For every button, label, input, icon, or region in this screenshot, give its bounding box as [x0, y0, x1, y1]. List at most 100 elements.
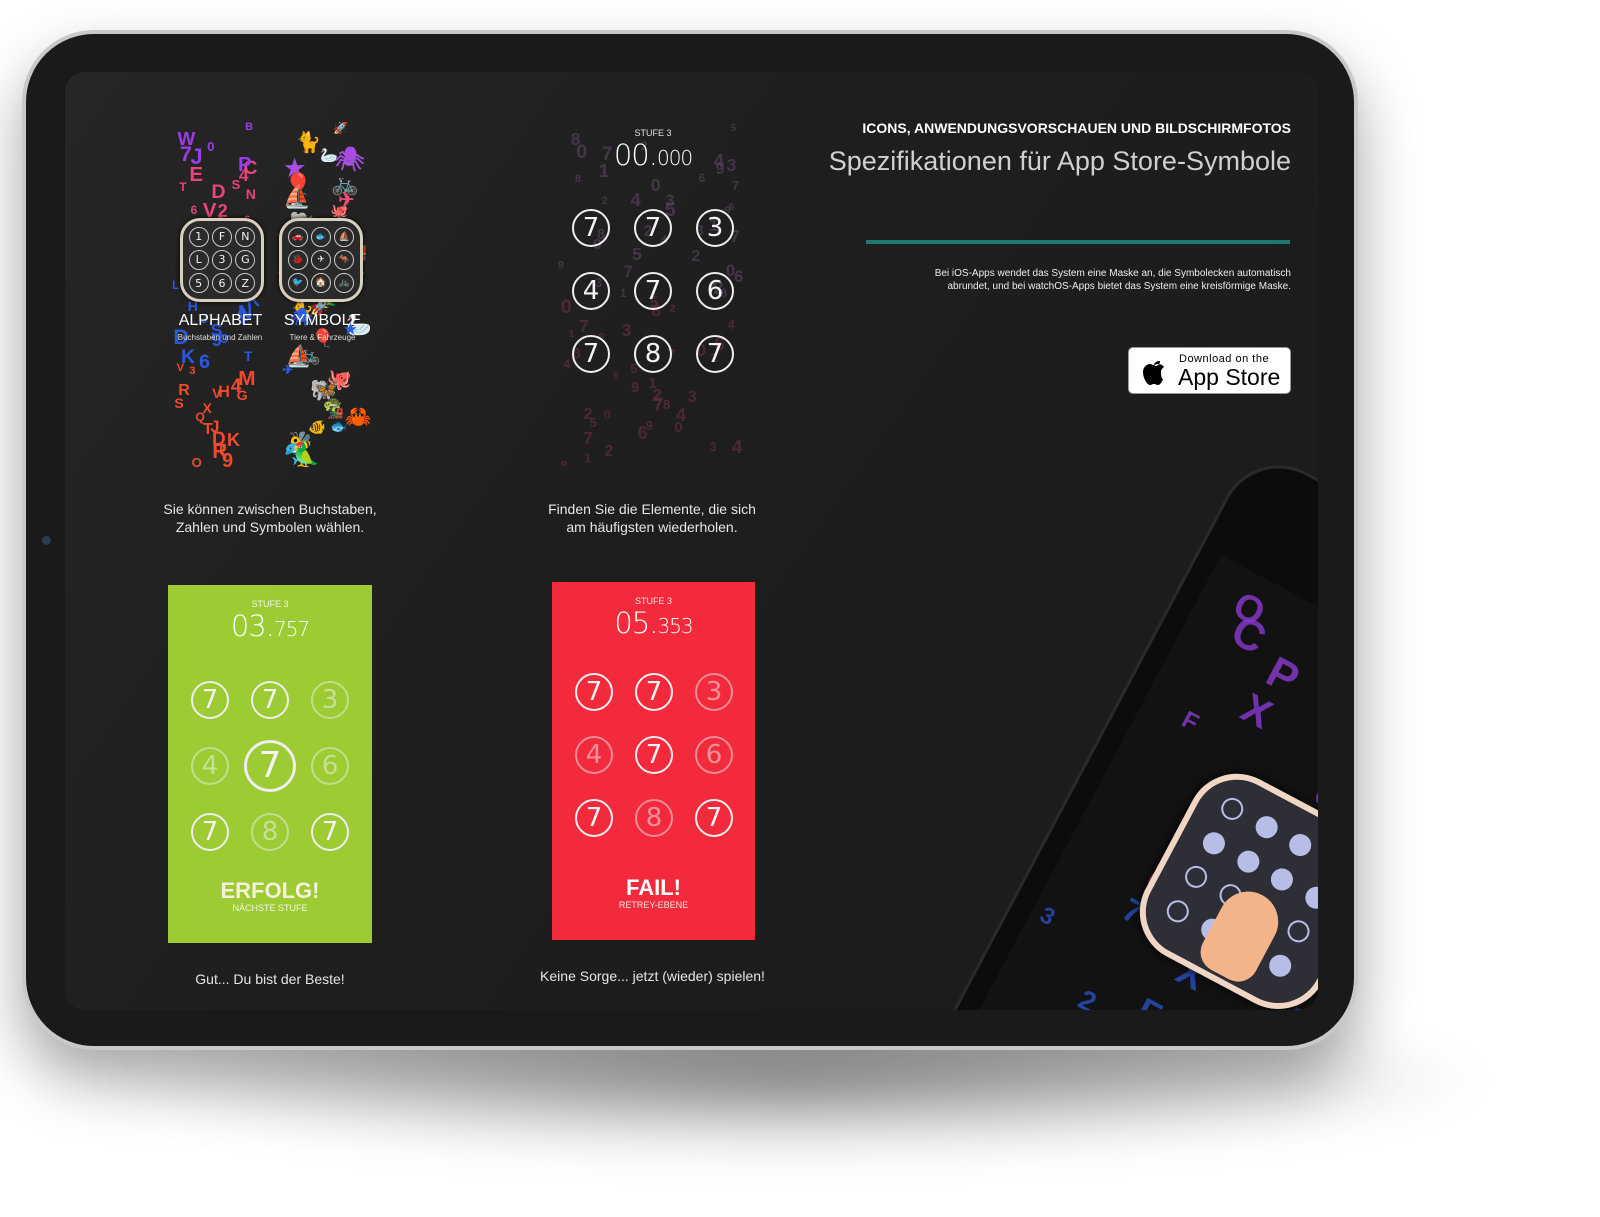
decor-glyph: 3 [710, 442, 717, 455]
decor-glyph: 7 [652, 395, 664, 417]
key-F[interactable]: F [211, 226, 232, 247]
decor-glyph: B [245, 122, 254, 133]
key-7[interactable]: 7 [191, 812, 229, 851]
dot [1283, 916, 1313, 946]
symbole-title[interactable]: SYMBOLE [275, 312, 370, 330]
decor-glyph: 3 [189, 364, 196, 377]
key-🚲[interactable]: 🚲 [334, 273, 355, 294]
decor-glyph: V [176, 361, 185, 374]
key-7[interactable]: 7 [191, 681, 229, 720]
key-7[interactable]: 7 [695, 799, 733, 838]
key-8[interactable]: 8 [635, 799, 673, 838]
key-3[interactable]: 3 [696, 208, 734, 247]
number-grid: 773476787 [560, 196, 746, 386]
description: Bei iOS-Apps wendet das System eine Mask… [934, 268, 1291, 292]
key-5[interactable]: 5 [188, 273, 209, 294]
key-🐞[interactable]: 🐞 [287, 249, 308, 270]
dot [1267, 864, 1298, 894]
key-4[interactable]: 4 [191, 746, 229, 785]
key-7[interactable]: 7 [634, 208, 672, 247]
decor-glyph: O [191, 454, 202, 467]
fail-card: STUFE 3 05.353 773476787 FAIL! RETREY-EB… [552, 582, 755, 940]
decor-glyph: S [174, 395, 184, 412]
key-⛵[interactable]: ⛵ [334, 226, 355, 247]
level-timer: STUFE 3 00.000 [613, 128, 693, 172]
key-🐟[interactable]: 🐟 [310, 226, 331, 247]
dot [1251, 812, 1282, 842]
alphabet-title[interactable]: ALPHABET [173, 312, 268, 330]
next-level-link[interactable]: NÄCHSTE STUFE [168, 903, 372, 913]
key-🐦[interactable]: 🐦 [287, 273, 308, 294]
key-Z[interactable]: Z [235, 273, 256, 294]
dot [1285, 830, 1316, 860]
decor-glyph: 8 [574, 173, 581, 186]
key-7[interactable]: 7 [575, 799, 613, 838]
key-6[interactable]: 6 [695, 735, 733, 774]
decor-glyph: 1 [584, 451, 592, 466]
key-4[interactable]: 4 [572, 271, 610, 310]
key-N[interactable]: N [235, 226, 256, 247]
key-3[interactable]: 3 [311, 681, 349, 720]
decor-glyph: G [236, 388, 248, 405]
decor-glyph: 🐈 [295, 130, 322, 154]
retry-link[interactable]: RETREY-EBENE [552, 900, 755, 910]
symbol-watch-icon: 🚗 🐟 ⛵ 🐞 ✈ 🦘 🐦 🏠 🚲 [279, 218, 363, 302]
decor-glyph: 9 [221, 450, 234, 467]
key-G[interactable]: G [235, 249, 256, 270]
key-4[interactable]: 4 [575, 735, 613, 774]
key-7[interactable]: 7 [244, 739, 296, 792]
app-store-badge[interactable]: Download on the App Store [1128, 347, 1291, 394]
section-kicker: ICONS, ANWENDUNGSVORSCHAUEN UND BILDSCHI… [862, 120, 1291, 136]
decor-glyph: F [1177, 705, 1204, 737]
key-1[interactable]: 1 [188, 226, 209, 247]
result-title: FAIL! [626, 875, 681, 900]
decor-glyph: T [243, 349, 253, 365]
page-title: Spezifikationen für App Store-Symbole [828, 146, 1291, 176]
decor-glyph: 8 [560, 457, 568, 466]
decor-glyph: 6 [637, 422, 648, 443]
caption-1: Sie können zwischen Buchstaben, Zahlen un… [163, 501, 377, 535]
key-7[interactable]: 7 [575, 672, 613, 711]
key-7[interactable]: 7 [311, 812, 349, 851]
decor-glyph: L [172, 278, 180, 292]
decor-glyph: 6 [698, 171, 706, 186]
dot [1233, 846, 1264, 876]
key-✈[interactable]: ✈ [310, 249, 331, 270]
key-7[interactable]: 7 [572, 208, 610, 247]
decor-glyph: V [212, 385, 222, 401]
screen: BW70JCPE4SDTN26VL6PFX40S5E4QLGK8HANUPS9D… [65, 72, 1318, 1010]
key-7[interactable]: 7 [635, 735, 673, 774]
symbole-subtitle: Tiere & Fahrzeuge [289, 333, 356, 342]
key-7[interactable]: 7 [634, 271, 672, 310]
key-🦘[interactable]: 🦘 [334, 249, 355, 270]
key-7[interactable]: 7 [572, 335, 610, 374]
key-6[interactable]: 6 [311, 746, 349, 785]
key-8[interactable]: 8 [634, 335, 672, 374]
key-L[interactable]: L [188, 249, 209, 270]
key-3[interactable]: 3 [211, 249, 232, 270]
dot [1163, 895, 1193, 926]
decor-glyph: T [179, 180, 187, 195]
key-7[interactable]: 7 [251, 681, 289, 720]
caption-3: Gut... Du bist der Beste! [195, 971, 345, 987]
key-8[interactable]: 8 [251, 812, 289, 851]
decor-glyph: 🚂 [327, 404, 344, 420]
decor-glyph: N [245, 186, 256, 203]
camera [42, 536, 51, 545]
decor-glyph: 3 [687, 388, 697, 407]
key-3[interactable]: 3 [695, 672, 733, 711]
key-🚗[interactable]: 🚗 [287, 226, 308, 247]
decor-glyph: ✈ [282, 362, 294, 377]
accent-divider [866, 240, 1290, 244]
key-7[interactable]: 7 [696, 335, 734, 374]
key-6[interactable]: 6 [696, 271, 734, 310]
decor-glyph: ⛵ [283, 184, 312, 210]
decor-glyph: 2 [604, 443, 614, 461]
key-🏠[interactable]: 🏠 [310, 273, 331, 294]
key-6[interactable]: 6 [211, 273, 232, 294]
alphabet-subtitle: Buchstaben und Zahlen [177, 333, 263, 342]
decor-glyph: 🚀 [333, 122, 349, 135]
key-7[interactable]: 7 [635, 672, 673, 711]
decor-glyph: 🦢 [320, 147, 338, 164]
decor-glyph: K [226, 430, 241, 451]
